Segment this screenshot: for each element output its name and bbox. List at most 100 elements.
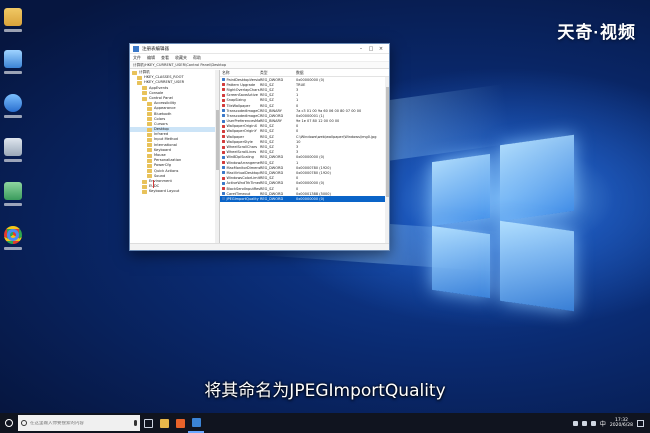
value-data: 0x00000000 (0)	[296, 196, 325, 201]
close-icon[interactable]: ×	[376, 46, 386, 52]
value-row[interactable]: WallpaperStyle REG_SZ 10	[220, 139, 389, 144]
clock[interactable]: 17:32 2020/6/28	[610, 418, 633, 428]
registry-editor-window[interactable]: 注册表编辑器 – □ × 文件 编辑 查看 收藏夹 帮助 计算机\HKEY_CU…	[129, 43, 390, 251]
volume-icon[interactable]	[590, 420, 596, 426]
search-input[interactable]	[30, 420, 120, 426]
value-data: 0x00001388 (5000)	[296, 191, 331, 196]
value-row[interactable]: Win8DpiScaling REG_DWORD 0x00000000 (0)	[220, 155, 389, 160]
menu-favorites[interactable]: 收藏夹	[175, 55, 187, 61]
folder-icon	[147, 158, 152, 163]
value-name: TileWallpaper	[226, 103, 251, 108]
start-button[interactable]	[0, 413, 18, 433]
values-scrollbar[interactable]	[385, 77, 389, 243]
value-row[interactable]: WindowArrangementActiveREG_SZ 1	[220, 160, 389, 165]
desktop-icon-recycle-bin[interactable]	[2, 138, 24, 162]
value-row[interactable]: MaxMonitorDimensionREG_DWORD 0x00000780 (…	[220, 165, 389, 170]
value-row[interactable]: RightOverlapChars REG_SZ 3	[220, 87, 389, 92]
value-row[interactable]: WallpaperOriginY REG_SZ 0	[220, 129, 389, 134]
value-row[interactable]: BlockSendInputResetsREG_SZ 0	[220, 186, 389, 191]
value-name: MaxVirtualDesktopDimension	[226, 170, 261, 175]
value-data: 9e 1e 07 80 12 00 00 00	[296, 119, 340, 124]
menu-file[interactable]: 文件	[133, 55, 141, 61]
value-row[interactable]: ActiveWndTrkTimeoutREG_DWORD 0x00000000 (…	[220, 181, 389, 186]
string-value-icon	[222, 98, 225, 102]
value-data: 0x00000780 (1920)	[296, 170, 331, 175]
folder-icon	[147, 132, 152, 137]
notification-icon[interactable]	[637, 419, 644, 427]
tree-scrollbar[interactable]	[215, 70, 219, 243]
desktop-icon-network[interactable]	[2, 94, 24, 118]
string-value-icon	[222, 88, 225, 92]
value-row[interactable]: WindowsColorLimit REG_SZ 0	[220, 176, 389, 181]
folder-icon	[142, 189, 147, 194]
value-name: WallpaperStyle	[226, 139, 253, 144]
value-name: CaretTimeout	[226, 191, 251, 196]
desktop-icon-control-panel[interactable]	[2, 182, 24, 206]
string-value-icon	[222, 145, 225, 149]
values-list[interactable]: 名称 类型 数据 PaintDesktopVersion REG_DWORD 0x0…	[220, 70, 389, 243]
column-name-header[interactable]: 名称	[220, 70, 260, 76]
value-row[interactable]: MaxVirtualDesktopDimensionREG_DWORD 0x000…	[220, 170, 389, 175]
value-type: REG_DWORD	[260, 196, 284, 201]
tree-node[interactable]: Keyboard Layout	[130, 189, 219, 194]
folder-icon	[159, 418, 169, 428]
start-icon	[5, 419, 13, 427]
value-row[interactable]: WallpaperOriginX REG_SZ 0	[220, 124, 389, 129]
value-data: 10	[296, 139, 301, 144]
value-type: REG_SZ	[260, 150, 274, 155]
value-row[interactable]: Pattern Upgrade REG_SZ TRUE	[220, 82, 389, 87]
desktop-icon-this-pc[interactable]	[2, 50, 24, 74]
value-row[interactable]: SnapSizing REG_SZ 1	[220, 98, 389, 103]
string-value-icon	[222, 135, 225, 139]
address-bar[interactable]: 计算机\HKEY_CURRENT_USER\Control Panel\Desk…	[130, 62, 389, 69]
microphone-button[interactable]	[130, 415, 140, 431]
binary-value-icon	[222, 119, 225, 123]
value-row[interactable]: WheelScrollLines REG_SZ 3	[220, 150, 389, 155]
value-row[interactable]: PaintDesktopVersion REG_DWORD 0x00000000 (…	[220, 77, 389, 82]
binary-value-icon	[222, 181, 225, 185]
value-row[interactable]: UserPreferencesMaskREG_BINARY 9e 1e 07 80…	[220, 119, 389, 124]
value-row[interactable]: WheelScrollChars REG_SZ 3	[220, 144, 389, 149]
value-data: TRUE	[296, 82, 306, 87]
chevron-up-icon[interactable]	[572, 420, 578, 426]
string-value-icon	[222, 176, 225, 180]
menu-help[interactable]: 帮助	[193, 55, 201, 61]
value-type: REG_DWORD	[260, 77, 284, 82]
taskbar-task-view[interactable]	[140, 413, 156, 433]
value-type: REG_DWORD	[260, 165, 284, 170]
input-language[interactable]: 中	[600, 419, 606, 428]
network-tray-icon[interactable]	[581, 420, 587, 426]
value-name: SnapSizing	[226, 98, 246, 103]
taskbar-file-explorer[interactable]	[156, 413, 172, 433]
menu-view[interactable]: 查看	[161, 55, 169, 61]
value-name: WindowArrangementActive	[226, 160, 261, 165]
desktop-wallpaper: 天奇·视频 注册表编辑器 – □ × 文件 编辑 查看 收藏夹 帮助 计算机\H…	[0, 0, 650, 413]
folder-icon	[142, 184, 147, 189]
taskbar-regedit[interactable]	[188, 413, 204, 433]
windows-logo-pane	[432, 153, 490, 227]
desktop-icon-chrome[interactable]	[2, 226, 24, 250]
registry-tree[interactable]: 计算机 HKEY_CLASSES_ROOT HKEY_CURRENT_USER App…	[130, 70, 220, 243]
folder-icon	[142, 179, 147, 184]
menu-edit[interactable]: 编辑	[147, 55, 155, 61]
value-row[interactable]: TranscodedImageCountREG_DWORD 0x00000001 …	[220, 113, 389, 118]
value-row[interactable]: TranscodedImageCacheREG_BINARY 7a c3 01 0…	[220, 108, 389, 113]
value-row[interactable]: ScreenSaveActive REG_SZ 1	[220, 93, 389, 98]
value-row[interactable]: JPEGImportQuality REG_DWORD 0x00000000 (0)	[220, 196, 389, 202]
column-data-header[interactable]: 数据	[296, 70, 389, 76]
value-row[interactable]: Wallpaper REG_SZ C:\Windows\web\wallpaper\…	[220, 134, 389, 139]
column-type-header[interactable]: 类型	[260, 70, 296, 76]
taskbar-app-orange[interactable]	[172, 413, 188, 433]
value-type: REG_SZ	[260, 98, 274, 103]
maximize-icon[interactable]: □	[366, 46, 376, 52]
value-type: REG_DWORD	[260, 113, 284, 118]
value-name: ActiveWndTrkTimeout	[226, 181, 261, 186]
desktop-icon-user-folder[interactable]	[2, 8, 24, 32]
window-titlebar[interactable]: 注册表编辑器 – □ ×	[130, 44, 389, 54]
value-data: 0	[296, 103, 299, 108]
taskbar-search[interactable]	[18, 415, 130, 431]
minimize-icon[interactable]: –	[356, 46, 366, 52]
value-row[interactable]: TileWallpaper REG_SZ 0	[220, 103, 389, 108]
value-row[interactable]: CaretTimeout REG_DWORD 0x00001388 (5000)	[220, 191, 389, 196]
value-name: WallpaperOriginX	[226, 124, 257, 129]
